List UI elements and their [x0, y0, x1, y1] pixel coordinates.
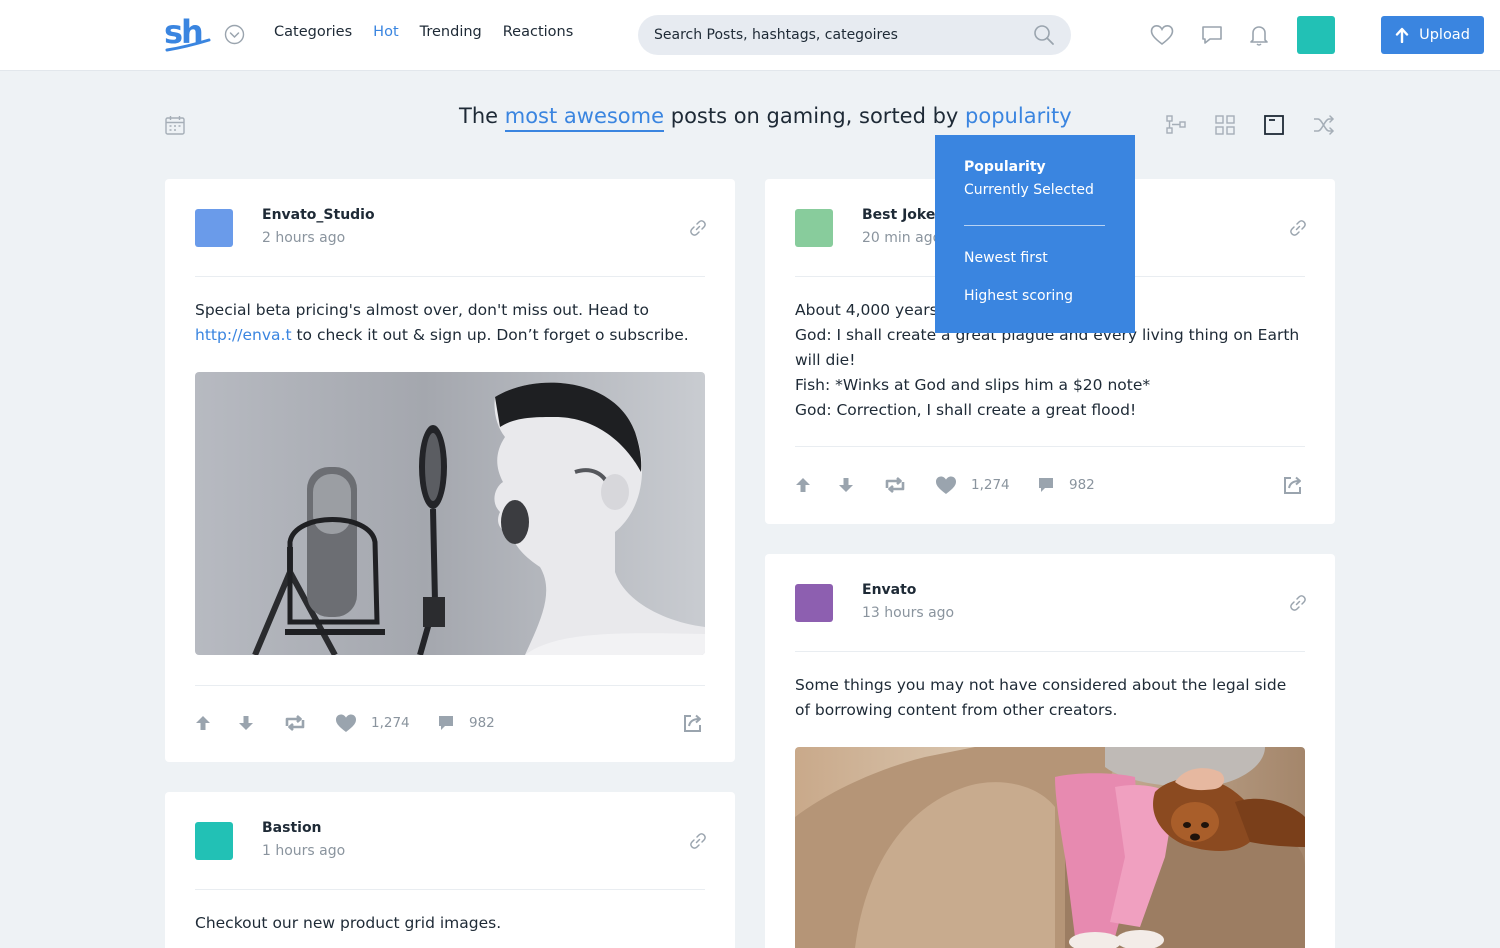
divider	[195, 685, 705, 686]
headline-middle: posts on gaming, sorted by	[670, 104, 959, 128]
link-icon[interactable]	[689, 219, 707, 237]
upvote-button[interactable]	[195, 711, 211, 735]
post-author[interactable]: Envato_Studio	[262, 207, 375, 223]
comment-button[interactable]: 982	[437, 711, 495, 735]
post-time: 20 min ago	[862, 230, 942, 246]
post-text-part: Special beta pricing's almost over, don'…	[195, 301, 649, 319]
share-icon	[684, 714, 701, 732]
grid-view-icon[interactable]	[1213, 113, 1237, 137]
post-actions: 1,274 982	[795, 473, 1305, 497]
nav-categories[interactable]: Categories	[274, 24, 352, 40]
like-button[interactable]: 1,274	[335, 711, 410, 735]
comment-icon	[439, 716, 453, 730]
sort-option-newest[interactable]: Newest first	[964, 250, 1048, 266]
post-author[interactable]: Bastion	[262, 820, 322, 836]
like-count: 1,274	[371, 715, 410, 731]
heart-icon	[936, 476, 956, 494]
bell-icon[interactable]	[1246, 22, 1272, 48]
post-time: 2 hours ago	[262, 230, 346, 246]
sort-option-highest-scoring[interactable]: Highest scoring	[964, 288, 1073, 304]
repost-button[interactable]	[883, 473, 907, 497]
avatar[interactable]	[795, 584, 833, 622]
divider	[795, 651, 1305, 652]
comment-count: 982	[1069, 477, 1095, 493]
link-icon[interactable]	[689, 832, 707, 850]
sort-selected-subtitle: Currently Selected	[964, 182, 1094, 198]
sort-dropdown: Popularity Currently Selected Newest fir…	[935, 135, 1135, 333]
share-button[interactable]	[1283, 473, 1305, 497]
like-count: 1,274	[971, 477, 1010, 493]
search-input[interactable]	[654, 15, 1024, 55]
link-icon[interactable]	[1289, 594, 1307, 612]
divider	[195, 276, 705, 277]
top-bar: sh Categories Hot Trending Reactions Upl…	[0, 0, 1500, 71]
repost-button[interactable]	[283, 711, 307, 735]
post-time: 13 hours ago	[862, 605, 955, 621]
post-author[interactable]: Best Jokes	[862, 207, 944, 223]
divider	[195, 889, 705, 890]
comment-button[interactable]: 982	[1037, 473, 1095, 497]
tree-view-icon[interactable]	[1164, 113, 1188, 137]
headline-filter-link[interactable]: most awesome	[504, 104, 665, 132]
logo[interactable]: sh	[164, 14, 212, 54]
like-button[interactable]: 1,274	[935, 473, 1010, 497]
share-icon	[1284, 476, 1301, 494]
arrow-up-icon	[796, 478, 810, 492]
search-icon[interactable]	[1033, 24, 1055, 46]
post-text-part: to check it out & sign up. Don’t forget …	[291, 326, 689, 344]
upload-label: Upload	[1419, 27, 1470, 43]
post-author[interactable]: Envato	[862, 582, 916, 598]
headline-prefix: The	[459, 104, 499, 128]
link-icon[interactable]	[1289, 219, 1307, 237]
post-card: Bastion 1 hours ago Checkout our new pro…	[165, 792, 735, 948]
heart-icon[interactable]	[1149, 22, 1175, 48]
post-image[interactable]	[195, 372, 705, 655]
arrow-up-icon	[196, 716, 210, 730]
heart-icon	[336, 714, 356, 732]
user-avatar[interactable]	[1297, 16, 1335, 54]
post-line: God: Correction, I shall create a great …	[795, 401, 1137, 419]
post-text: Some things you may not have considered …	[795, 676, 1287, 719]
page-headline: The most awesome posts on gaming, sorted…	[459, 104, 1072, 132]
single-view-icon[interactable]	[1262, 113, 1286, 137]
post-time: 1 hours ago	[262, 843, 346, 859]
shuffle-icon[interactable]	[1312, 113, 1336, 137]
share-button[interactable]	[683, 711, 705, 735]
post-text: Checkout our new product grid images.	[195, 914, 502, 932]
nav-hot[interactable]: Hot	[373, 24, 398, 40]
nav-trending[interactable]: Trending	[420, 24, 482, 40]
post-text: Special beta pricing's almost over, don'…	[195, 298, 705, 348]
arrow-down-icon	[239, 716, 253, 730]
sort-by-link[interactable]: popularity	[965, 104, 1072, 128]
divider	[795, 446, 1305, 447]
upload-button[interactable]: Upload	[1381, 16, 1484, 54]
post-actions: 1,274 982	[195, 711, 705, 735]
avatar[interactable]	[795, 209, 833, 247]
post-link[interactable]: http://enva.t	[195, 326, 292, 344]
avatar[interactable]	[195, 209, 233, 247]
main-nav: Categories Hot Trending Reactions	[274, 24, 594, 40]
post-line: Fish: *Winks at God and slips him a $20 …	[795, 376, 1151, 394]
repost-icon	[285, 715, 305, 731]
calendar-icon[interactable]	[164, 114, 186, 136]
arrow-down-icon	[839, 478, 853, 492]
arrow-up-icon	[1395, 27, 1409, 43]
chevron-down-icon[interactable]	[224, 24, 245, 45]
sort-selected-title[interactable]: Popularity	[964, 159, 1046, 175]
comment-count: 982	[469, 715, 495, 731]
repost-icon	[885, 477, 905, 493]
nav-reactions[interactable]: Reactions	[503, 24, 574, 40]
search-bar	[638, 15, 1071, 55]
upvote-button[interactable]	[795, 473, 811, 497]
downvote-button[interactable]	[838, 473, 854, 497]
chat-icon[interactable]	[1199, 22, 1225, 48]
post-image[interactable]	[795, 747, 1305, 948]
post-card: Envato_Studio 2 hours ago Special beta p…	[165, 179, 735, 762]
avatar[interactable]	[195, 822, 233, 860]
downvote-button[interactable]	[238, 711, 254, 735]
dropdown-divider	[964, 225, 1105, 226]
post-card: Envato 13 hours ago Some things you may …	[765, 554, 1335, 948]
comment-icon	[1039, 478, 1053, 492]
